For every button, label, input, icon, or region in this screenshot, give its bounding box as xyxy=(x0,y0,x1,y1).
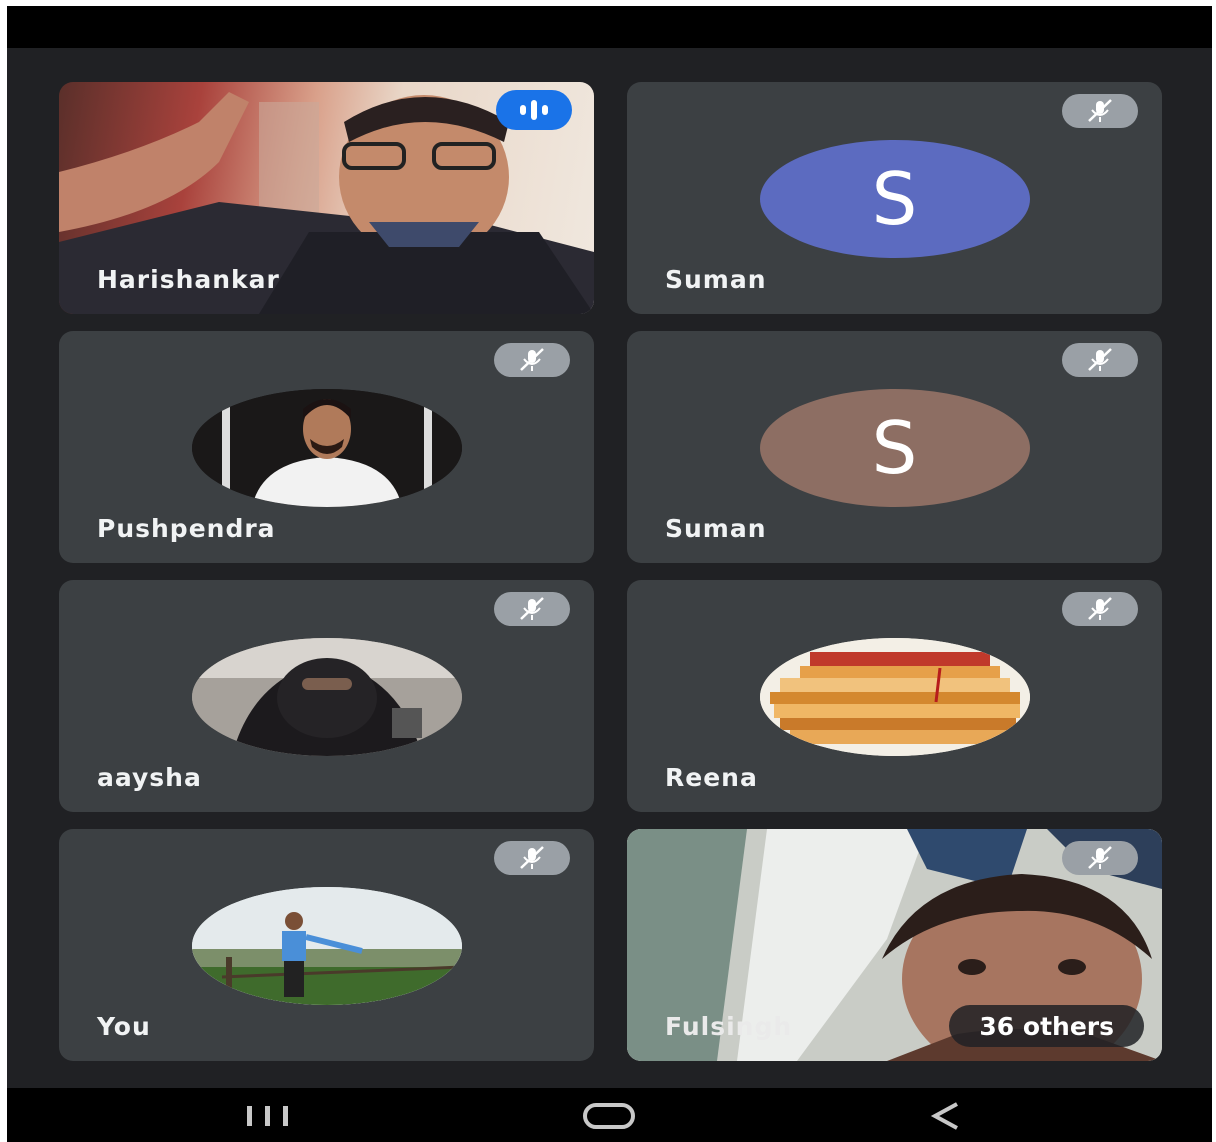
mic-off-icon xyxy=(1062,343,1138,377)
avatar-photo xyxy=(759,638,1030,756)
participant-name: Pushpendra xyxy=(97,514,276,543)
others-count-button[interactable]: 36 others xyxy=(949,1005,1144,1047)
mic-off-icon xyxy=(494,592,570,626)
participant-tile-pushpendra[interactable]: Pushpendra xyxy=(59,331,594,563)
participant-tile-reena[interactable]: Reena xyxy=(627,580,1162,812)
home-icon[interactable] xyxy=(582,1102,636,1134)
audio-level-icon xyxy=(496,90,572,130)
participant-tile-fulsingh[interactable]: Fulsingh 36 others xyxy=(627,829,1162,1061)
mic-off-icon xyxy=(494,343,570,377)
participant-tile-suman-1[interactable]: S Suman xyxy=(627,82,1162,314)
avatar-photo xyxy=(191,887,462,1005)
mic-off-icon xyxy=(1062,94,1138,128)
avatar: S xyxy=(759,140,1030,258)
participant-name: aaysha xyxy=(97,763,202,792)
participant-tile-suman-2[interactable]: S Suman xyxy=(627,331,1162,563)
participant-name: You xyxy=(97,1012,151,1041)
participant-tile-harishankar[interactable]: Harishankar xyxy=(59,82,594,314)
participant-name: Suman xyxy=(665,265,767,294)
participant-name: Harishankar xyxy=(97,265,280,294)
status-bar xyxy=(7,6,1212,48)
avatar-initial: S xyxy=(871,406,918,490)
meeting-screen: Harishankar S Suman Pushpendra S Suman a… xyxy=(7,6,1212,1142)
mic-off-icon xyxy=(1062,841,1138,875)
avatar-initial: S xyxy=(871,157,918,241)
participant-name: Reena xyxy=(665,763,758,792)
avatar-photo xyxy=(191,638,462,756)
avatar-photo xyxy=(191,389,462,507)
participant-tile-you[interactable]: You xyxy=(59,829,594,1061)
participant-tile-aaysha[interactable]: aaysha xyxy=(59,580,594,812)
participant-name: Fulsingh xyxy=(665,1012,793,1041)
participant-name: Suman xyxy=(665,514,767,543)
back-icon[interactable] xyxy=(929,1100,963,1136)
avatar: S xyxy=(759,389,1030,507)
navigation-bar xyxy=(7,1088,1212,1142)
mic-off-icon xyxy=(1062,592,1138,626)
mic-off-icon xyxy=(494,841,570,875)
recent-apps-icon[interactable] xyxy=(245,1104,291,1132)
